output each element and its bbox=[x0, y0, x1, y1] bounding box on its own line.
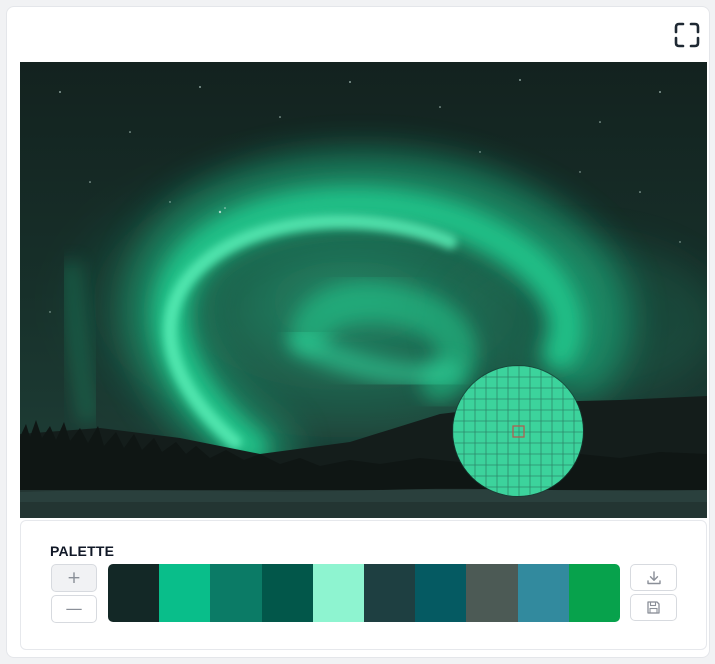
save-palette-button[interactable] bbox=[630, 594, 677, 621]
palette-swatch[interactable] bbox=[517, 564, 569, 622]
palette-swatch[interactable] bbox=[415, 564, 467, 622]
download-icon bbox=[646, 570, 661, 584]
magnifier-loupe-icon bbox=[453, 366, 583, 496]
save-icon bbox=[647, 601, 660, 614]
download-palette-button[interactable] bbox=[630, 564, 677, 591]
aurora-photo bbox=[20, 62, 707, 518]
fullscreen-button[interactable] bbox=[672, 20, 702, 50]
palette-swatch[interactable] bbox=[210, 564, 262, 622]
palette-swatch[interactable] bbox=[261, 564, 313, 622]
palette-title: PALETTE bbox=[50, 543, 115, 559]
image-canvas[interactable] bbox=[20, 62, 707, 518]
color-loupe[interactable] bbox=[452, 365, 584, 497]
palette-swatch[interactable] bbox=[364, 564, 416, 622]
palette-panel: PALETTE + — bbox=[20, 520, 707, 650]
palette-swatch[interactable] bbox=[568, 564, 620, 622]
add-color-button[interactable]: + bbox=[51, 564, 97, 592]
minus-icon: — bbox=[65, 599, 83, 619]
palette-swatch[interactable] bbox=[466, 564, 518, 622]
palette-swatch[interactable] bbox=[159, 564, 211, 622]
palette-swatch[interactable] bbox=[312, 564, 365, 622]
plus-icon: + bbox=[66, 568, 82, 588]
remove-color-button[interactable]: — bbox=[51, 595, 97, 623]
palette-swatches bbox=[108, 564, 620, 622]
fullscreen-icon bbox=[674, 22, 700, 48]
palette-swatch[interactable] bbox=[108, 564, 160, 622]
